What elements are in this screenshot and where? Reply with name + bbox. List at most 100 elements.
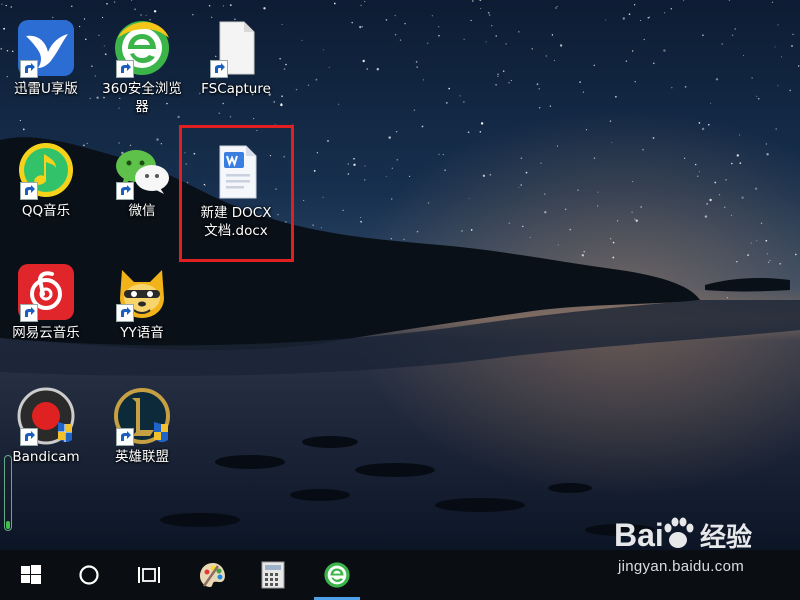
desktop-shortcut-league-of-legends[interactable]: 英雄联盟 (96, 386, 188, 466)
star (342, 209, 344, 211)
star (322, 49, 324, 51)
star (312, 224, 314, 226)
star (518, 31, 520, 33)
star (394, 14, 396, 17)
star (495, 84, 497, 86)
yy-voice-icon (112, 262, 172, 322)
star (615, 95, 617, 98)
shortcut-arrow-icon (116, 304, 134, 322)
star (448, 87, 451, 90)
wechat-icon (112, 140, 172, 200)
star (597, 205, 599, 207)
star (795, 253, 797, 256)
star (359, 216, 361, 219)
star (612, 241, 615, 244)
star (422, 79, 425, 81)
star (609, 120, 612, 122)
shortcut-arrow-icon (116, 60, 134, 78)
star (333, 2, 336, 5)
star (694, 163, 697, 166)
360-browser-icon (323, 561, 351, 589)
star (438, 153, 440, 156)
star (544, 193, 546, 195)
star (322, 196, 324, 198)
star (327, 140, 329, 142)
star (399, 39, 402, 41)
star (145, 15, 147, 17)
star (559, 44, 563, 47)
star (545, 55, 547, 57)
star (738, 134, 741, 136)
star (395, 131, 398, 133)
star (394, 33, 397, 36)
star (631, 211, 633, 214)
star (471, 0, 474, 2)
star (754, 187, 758, 190)
desktop-icon-label: QQ音乐 (21, 203, 71, 219)
star (647, 16, 650, 19)
desktop-shortcut-fscapture[interactable]: FSCapture (190, 18, 282, 98)
star (708, 123, 710, 126)
start-button[interactable] (8, 550, 54, 600)
star (485, 41, 487, 43)
star (710, 102, 712, 104)
shortcut-arrow-icon (116, 428, 134, 446)
desktop-shortcut-xunlei[interactable]: 迅雷U享版 (0, 18, 92, 98)
star (480, 7, 482, 9)
edge-scroll-indicator (4, 455, 12, 531)
taskbar-app-calculator[interactable] (250, 550, 296, 600)
cortana-button[interactable] (66, 550, 112, 600)
star (295, 88, 298, 91)
star (218, 112, 220, 115)
windows-start-icon (21, 565, 41, 585)
star (140, 14, 142, 16)
thunder-bird-icon (16, 18, 76, 78)
star (403, 238, 405, 241)
star (520, 157, 523, 159)
taskbar-app-paint[interactable] (190, 550, 236, 600)
star (468, 197, 470, 199)
star (724, 206, 726, 208)
star (734, 28, 737, 30)
desktop-shortcut-qq-music[interactable]: QQ音乐 (0, 140, 92, 220)
shortcut-arrow-icon (116, 182, 134, 200)
star (283, 68, 286, 70)
star (747, 254, 749, 256)
star (721, 43, 724, 45)
desktop-shortcut-netease-music[interactable]: 网易云音乐 (0, 262, 92, 342)
task-view-icon (137, 565, 161, 585)
taskbar-app-360-browser[interactable] (314, 550, 360, 600)
selection-highlight-box (179, 125, 294, 262)
star (750, 242, 752, 244)
star (364, 0, 366, 3)
star (718, 194, 721, 196)
cortana-circle-icon (78, 564, 100, 586)
star (612, 256, 615, 259)
star (431, 15, 433, 17)
star (529, 237, 531, 239)
star (307, 84, 310, 87)
star (792, 33, 794, 36)
star (577, 189, 579, 191)
star (632, 181, 634, 183)
star (777, 85, 779, 87)
star (709, 198, 712, 202)
star (106, 2, 108, 5)
360-browser-icon (112, 18, 172, 78)
task-view-button[interactable] (126, 550, 172, 600)
star (791, 45, 793, 47)
desktop-icon-label: 360安全浏览 器 (102, 81, 182, 115)
star (640, 206, 642, 208)
desktop-shortcut-bandicam[interactable]: Bandicam (0, 386, 92, 466)
edge-indicator-fill (6, 521, 10, 529)
desktop-shortcut-yy-voice[interactable]: YY语音 (96, 262, 188, 342)
star (766, 153, 769, 156)
calculator-icon (261, 561, 285, 589)
star (192, 14, 194, 16)
desktop-shortcut-wechat[interactable]: 微信 (96, 140, 188, 220)
star (697, 175, 699, 177)
star (134, 8, 136, 11)
desktop-shortcut-360-browser[interactable]: 360安全浏览 器 (96, 18, 188, 116)
star (461, 230, 463, 232)
star (766, 253, 768, 255)
